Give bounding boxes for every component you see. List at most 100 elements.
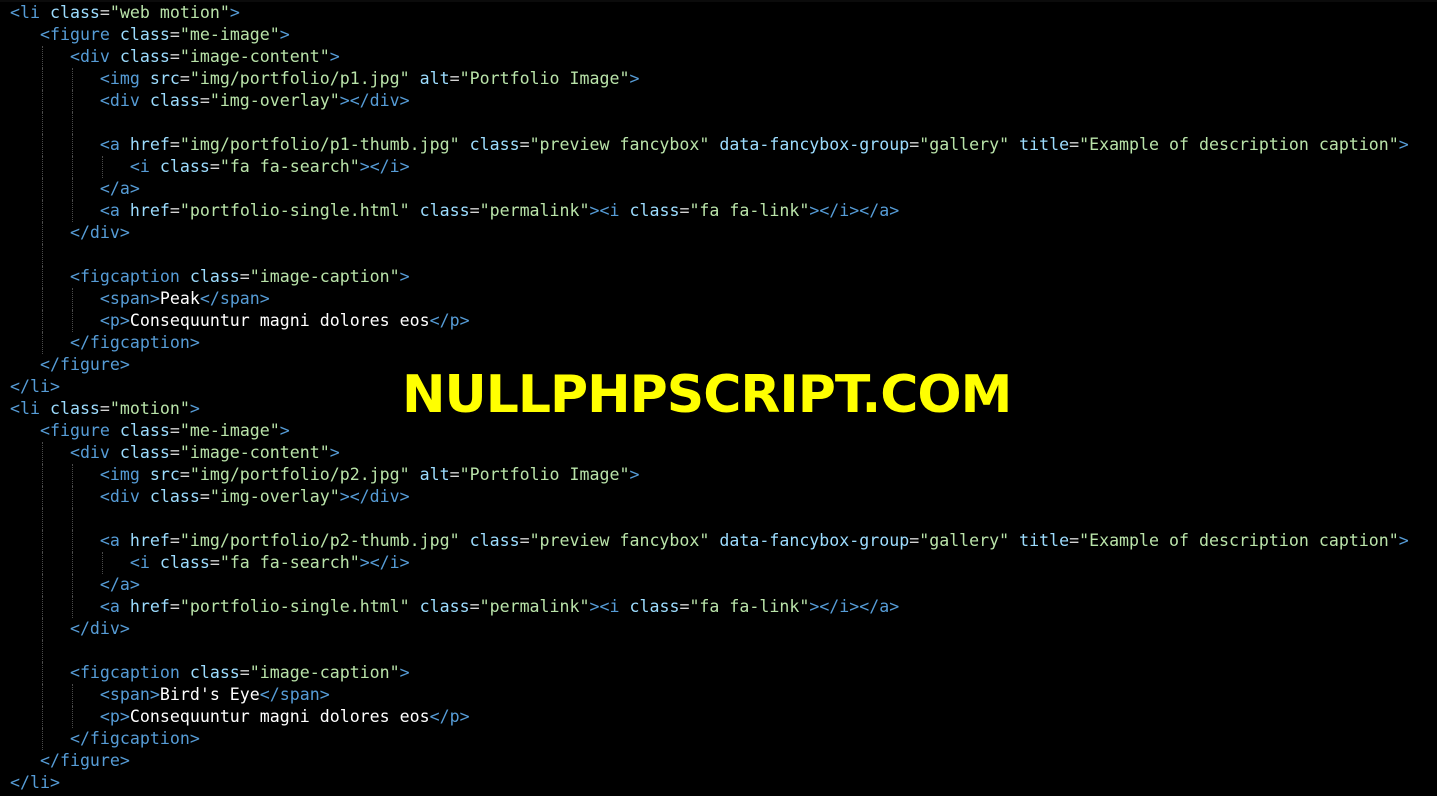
code-line[interactable]: </a> [10, 178, 1409, 200]
equals-token: = [199, 91, 210, 110]
equals-token: = [99, 3, 110, 22]
code-line[interactable]: </figcaption> [10, 332, 1409, 354]
attribute-token: src [149, 69, 180, 88]
code-line[interactable]: <img src="img/portfolio/p1.jpg" alt="Por… [10, 68, 1409, 90]
equals-token: = [169, 421, 180, 440]
indent-guide [72, 178, 73, 200]
code-line[interactable]: <img src="img/portfolio/p2.jpg" alt="Por… [10, 464, 1409, 486]
indent-guide [42, 706, 43, 728]
code-line[interactable]: <p>Consequuntur magni dolores eos</p> [10, 310, 1409, 332]
tag-token: </li> [10, 377, 60, 396]
code-line[interactable] [10, 112, 1409, 134]
indent-guide [72, 156, 73, 178]
indentation [10, 179, 100, 198]
tag-token: <figure [39, 421, 120, 440]
attribute-token: src [149, 465, 180, 484]
code-line[interactable]: <div class="image-content"> [10, 442, 1409, 464]
indent-guide [72, 486, 73, 508]
code-line[interactable]: </a> [10, 574, 1409, 596]
code-line[interactable]: <figcaption class="image-caption"> [10, 266, 1409, 288]
attribute-token: data-fancybox-group [719, 135, 910, 154]
equals-token: = [239, 663, 250, 682]
tag-token: <div [69, 47, 120, 66]
code-line[interactable] [10, 508, 1409, 530]
code-line[interactable] [10, 244, 1409, 266]
tag-token: <span> [99, 685, 160, 704]
code-line[interactable]: <div class="img-overlay"></div> [10, 90, 1409, 112]
indent-guide [42, 684, 43, 706]
code-line[interactable]: </figcaption> [10, 728, 1409, 750]
code-line[interactable]: <a href="portfolio-single.html" class="p… [10, 200, 1409, 222]
equals-token: = [909, 135, 920, 154]
indent-guide [72, 200, 73, 222]
tag-token: </figure> [39, 355, 130, 374]
attribute-token: title [1019, 135, 1070, 154]
indent-guide [42, 288, 43, 310]
code-line[interactable]: <div class="image-content"> [10, 46, 1409, 68]
indent-guide [72, 464, 73, 486]
text-token: Bird's Eye [159, 685, 260, 704]
attribute-token: class [189, 267, 240, 286]
code-line[interactable]: <i class="fa fa-search"></i> [10, 552, 1409, 574]
code-line[interactable] [10, 640, 1409, 662]
tag-token: <i [129, 157, 160, 176]
string-token: "Example of description caption" [1079, 531, 1399, 550]
code-line[interactable]: <i class="fa fa-search"></i> [10, 156, 1409, 178]
tag-token: </a> [99, 575, 140, 594]
watermark-text: NULLPHPSCRIPT.COM [402, 365, 1012, 425]
code-line[interactable]: <div class="img-overlay"></div> [10, 486, 1409, 508]
attribute-token: title [1019, 531, 1070, 550]
attribute-token: class [419, 201, 470, 220]
indentation [10, 267, 70, 286]
indentation [10, 289, 100, 308]
tag-token: <figcaption [69, 267, 190, 286]
tag-token: </div> [69, 223, 130, 242]
indent-guide [72, 134, 73, 156]
tag-token: <li [10, 3, 50, 22]
code-line[interactable]: <a href="img/portfolio/p2-thumb.jpg" cla… [10, 530, 1409, 552]
indent-guide [42, 464, 43, 486]
code-line[interactable]: <span>Bird's Eye</span> [10, 684, 1409, 706]
indent-guide [42, 200, 43, 222]
indent-guide [42, 112, 43, 134]
string-token: "image-caption" [249, 267, 400, 286]
code-line[interactable]: <li class="web motion"> [10, 2, 1409, 24]
code-line[interactable]: <a href="portfolio-single.html" class="p… [10, 596, 1409, 618]
tag-token: </li> [10, 773, 60, 792]
tag-token: </span> [259, 685, 330, 704]
tag-token: ><i [589, 597, 630, 616]
equals-token: = [169, 443, 180, 462]
tag-token: <a [99, 597, 130, 616]
attribute-token: href [129, 201, 170, 220]
tag-token: <img [99, 465, 150, 484]
string-token: "image-content" [179, 443, 330, 462]
tag-token: </div> [69, 619, 130, 638]
code-editor[interactable]: <li class="web motion"> <figure class="m… [0, 0, 1437, 796]
tag-token: > [189, 399, 200, 418]
equals-token: = [519, 531, 530, 550]
code-line[interactable]: <figcaption class="image-caption"> [10, 662, 1409, 684]
indent-guide [72, 684, 73, 706]
equals-token: = [179, 69, 190, 88]
string-token: "Example of description caption" [1079, 135, 1399, 154]
tag-token: <div [99, 91, 150, 110]
indentation [10, 333, 70, 352]
tag-token: > [229, 3, 240, 22]
code-line[interactable]: </figure> [10, 750, 1409, 772]
code-line[interactable]: <p>Consequuntur magni dolores eos</p> [10, 706, 1409, 728]
code-line[interactable]: <figure class="me-image"> [10, 24, 1409, 46]
indentation [10, 443, 70, 462]
tag-token: <a [99, 135, 130, 154]
attribute-token: class [119, 25, 170, 44]
string-token: "img/portfolio/p1.jpg" [189, 69, 410, 88]
code-line[interactable]: </div> [10, 222, 1409, 244]
equals-token: = [519, 135, 530, 154]
code-line[interactable]: </div> [10, 618, 1409, 640]
tag-token: <a [99, 531, 130, 550]
tag-token: <p> [99, 707, 130, 726]
code-line[interactable]: <span>Peak</span> [10, 288, 1409, 310]
attribute-token: class [49, 3, 100, 22]
code-line[interactable]: <a href="img/portfolio/p1-thumb.jpg" cla… [10, 134, 1409, 156]
string-token: "portfolio-single.html" [179, 597, 410, 616]
code-line[interactable]: </li> [10, 772, 1409, 794]
